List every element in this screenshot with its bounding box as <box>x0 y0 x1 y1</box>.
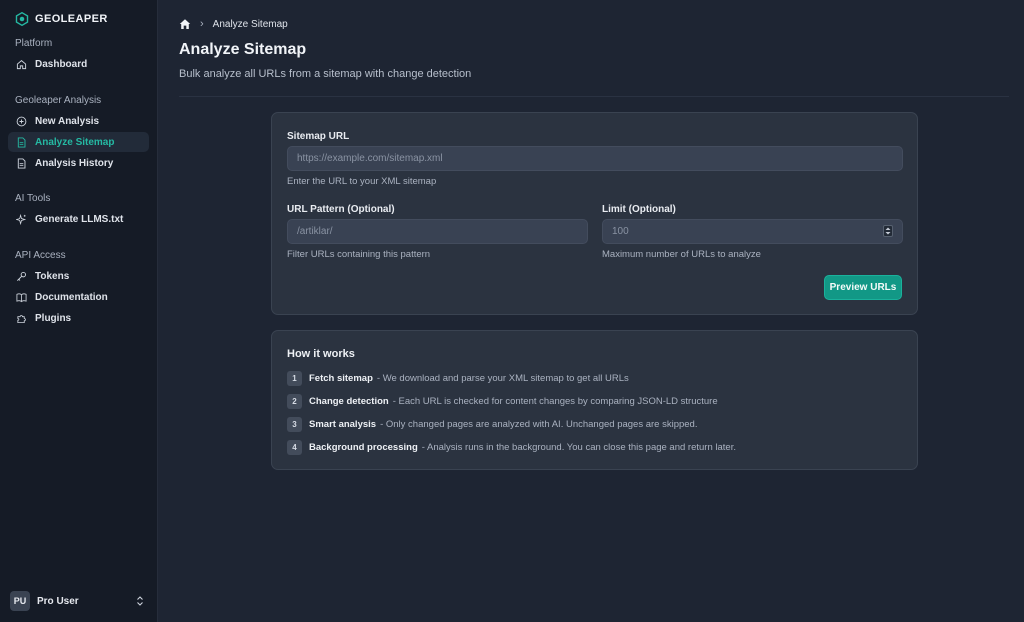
step-item: 2 Change detection - Each URL is checked… <box>287 394 718 409</box>
preview-urls-button[interactable]: Preview URLs <box>824 275 902 300</box>
sidebar: GEOLEAPER Platform Dashboard Geoleaper A… <box>0 0 158 622</box>
sitemap-url-label: Sitemap URL <box>287 131 350 142</box>
user-menu[interactable]: PU Pro User <box>10 590 145 612</box>
sidebar-item-plugins[interactable]: Plugins <box>8 308 149 328</box>
page-subtitle: Bulk analyze all URLs from a sitemap wit… <box>179 68 472 80</box>
sidebar-item-analysis-history[interactable]: Analysis History <box>8 153 149 173</box>
step-description: - We download and parse your XML sitemap… <box>376 373 629 384</box>
stepper-arrows-icon <box>885 227 891 235</box>
limit-input[interactable] <box>602 219 903 244</box>
sparkle-icon <box>16 213 27 225</box>
step-number: 3 <box>287 417 302 432</box>
step-number: 1 <box>287 371 302 386</box>
avatar: PU <box>10 591 30 611</box>
url-pattern-label: URL Pattern (Optional) <box>287 204 395 215</box>
step-description: - Analysis runs in the background. You c… <box>421 442 736 453</box>
url-pattern-help: Filter URLs containing this pattern <box>287 249 431 260</box>
puzzle-icon <box>17 314 26 323</box>
sidebar-item-label: Analyze Sitemap <box>35 136 115 148</box>
sidebar-group-platform: Platform <box>15 38 53 49</box>
step-description: - Each URL is checked for content change… <box>392 396 718 407</box>
chevron-up-down-icon <box>137 596 143 606</box>
sidebar-item-label: Tokens <box>35 270 70 282</box>
plus-circle-icon <box>16 116 27 126</box>
step-title: Background processing <box>309 442 418 453</box>
sitemap-url-help: Enter the URL to your XML sitemap <box>287 176 437 187</box>
step-title: Smart analysis <box>309 419 377 430</box>
how-it-works-title: How it works <box>287 348 355 360</box>
breadcrumb: › Analyze Sitemap <box>179 17 288 31</box>
geoleaper-logo-icon <box>15 12 29 26</box>
home-icon[interactable] <box>179 18 191 30</box>
header-divider <box>179 96 1009 97</box>
sidebar-group-ai-tools: AI Tools <box>15 193 51 204</box>
user-name: Pro User <box>37 595 79 607</box>
limit-help: Maximum number of URLs to analyze <box>602 249 761 260</box>
sidebar-item-new-analysis[interactable]: New Analysis <box>8 111 149 131</box>
sidebar-item-dashboard[interactable]: Dashboard <box>8 54 149 74</box>
sidebar-item-label: Plugins <box>35 312 72 324</box>
sidebar-item-analyze-sitemap[interactable]: Analyze Sitemap <box>8 132 149 152</box>
sidebar-item-generate-llms[interactable]: Generate LLMS.txt <box>8 209 149 229</box>
limit-label: Limit (Optional) <box>602 204 676 215</box>
sidebar-item-label: New Analysis <box>35 115 100 127</box>
sidebar-item-label: Generate LLMS.txt <box>35 213 124 225</box>
step-description: - Only changed pages are analyzed with A… <box>380 419 698 430</box>
sidebar-item-documentation[interactable]: Documentation <box>8 287 149 307</box>
book-icon <box>16 293 27 302</box>
sidebar-item-label: Documentation <box>35 291 108 303</box>
sitemap-form-card: Sitemap URL Enter the URL to your XML si… <box>271 112 918 315</box>
sidebar-item-label: Analysis History <box>35 157 114 169</box>
brand-name: GEOLEAPER <box>35 13 108 25</box>
file-text-icon <box>17 136 26 148</box>
step-item: 1 Fetch sitemap - We download and parse … <box>287 371 629 386</box>
brand[interactable]: GEOLEAPER <box>0 0 157 30</box>
breadcrumb-separator-icon: › <box>200 18 204 30</box>
how-it-works-card: How it works 1 Fetch sitemap - We downlo… <box>271 330 918 470</box>
page-title: Analyze Sitemap <box>179 41 307 58</box>
step-title: Fetch sitemap <box>309 373 373 384</box>
url-pattern-input[interactable] <box>287 219 588 244</box>
sidebar-group-analysis: Geoleaper Analysis <box>15 95 102 106</box>
step-title: Change detection <box>309 396 389 407</box>
step-item: 3 Smart analysis - Only changed pages ar… <box>287 417 697 432</box>
step-item: 4 Background processing - Analysis runs … <box>287 440 736 455</box>
limit-stepper[interactable] <box>883 225 893 237</box>
step-number: 2 <box>287 394 302 409</box>
sidebar-item-tokens[interactable]: Tokens <box>8 266 149 286</box>
sidebar-group-api-access: API Access <box>15 250 66 261</box>
main-content: › Analyze Sitemap Analyze Sitemap Bulk a… <box>159 0 1024 622</box>
breadcrumb-current: Analyze Sitemap <box>212 18 288 30</box>
step-number: 4 <box>287 440 302 455</box>
sitemap-url-input[interactable] <box>287 146 903 171</box>
document-icon <box>17 157 26 169</box>
key-icon <box>17 271 26 281</box>
sidebar-item-label: Dashboard <box>35 58 88 70</box>
home-icon <box>16 59 27 69</box>
